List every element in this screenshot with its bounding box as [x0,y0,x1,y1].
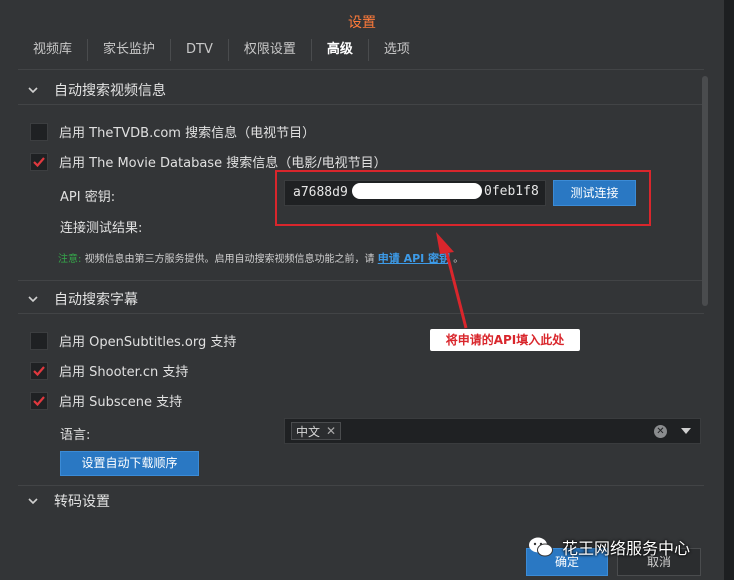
section-title: 转码设置 [54,494,110,510]
opensubtitles-option[interactable]: 启用 OpenSubtitles.org 支持 [30,331,236,350]
tab-privilege-settings[interactable]: 权限设置 [227,39,311,61]
api-key-label: API 密钥: [60,190,116,205]
tmdb-checkbox[interactable] [30,152,48,171]
chevron-down-icon [28,294,38,304]
tvdb-option[interactable]: 启用 TheTVDB.com 搜索信息（电视节目） [30,122,315,141]
tab-dtv[interactable]: DTV [170,39,228,61]
scrollbar[interactable] [702,76,708,306]
shooter-checkbox[interactable] [30,361,48,380]
section-header-transcode[interactable]: 转码设置 [28,491,110,511]
chevron-down-icon [28,496,38,506]
shooter-option[interactable]: 启用 Shooter.cn 支持 [30,361,188,380]
opensubtitles-checkbox[interactable] [30,331,48,350]
remove-chip-icon[interactable]: ✕ [326,424,336,438]
checkmark-icon [33,395,45,406]
notice-body: 视频信息由第三方服务提供。启用自动搜索视频信息功能之前，请 [84,254,375,265]
annotation-callout: 将申请的API填入此处 [430,329,580,351]
dialog-title: 设置 [348,15,376,31]
subscene-option[interactable]: 启用 Subscene 支持 [30,391,182,410]
download-order-button[interactable]: 设置自动下载顺序 [60,451,199,476]
subscene-label: 启用 Subscene 支持 [59,395,183,410]
language-label: 语言: [60,428,91,443]
opensubtitles-label: 启用 OpenSubtitles.org 支持 [59,335,237,350]
tab-bar: 视频库 家长监护 DTV 权限设置 高级 选项 [18,37,425,63]
section-divider [18,485,704,486]
notice-suffix: 。 [453,254,464,265]
language-chip-label: 中文 [296,424,321,439]
section-header-auto-video-info[interactable]: 自动搜索视频信息 [28,80,166,100]
section-divider [18,280,704,281]
section-header-auto-subtitle[interactable]: 自动搜索字幕 [28,289,138,309]
checkmark-icon [33,365,45,376]
tmdb-option[interactable]: 启用 The Movie Database 搜索信息（电影/电视节目） [30,152,387,171]
section-divider [18,313,704,314]
subscene-checkbox[interactable] [30,391,48,410]
tab-parental-control[interactable]: 家长监护 [87,39,170,61]
clear-icon[interactable]: ✕ [654,425,667,438]
watermark: 花王网络服务中心 [528,535,690,559]
section-title: 自动搜索视频信息 [54,83,166,99]
tab-advanced[interactable]: 高级 [310,39,368,61]
highlight-box [275,170,651,226]
tab-video-library[interactable]: 视频库 [18,39,87,61]
test-result-label: 连接测试结果: [60,221,143,236]
tvdb-checkbox[interactable] [30,122,48,141]
shooter-label: 启用 Shooter.cn 支持 [59,365,189,380]
tab-options[interactable]: 选项 [367,39,425,61]
tvdb-label: 启用 TheTVDB.com 搜索信息（电视节目） [59,126,316,141]
apply-api-key-link[interactable]: 申请 API 密钥 [378,252,450,265]
section-title: 自动搜索字幕 [54,292,138,308]
dropdown-arrow-icon[interactable] [681,428,691,434]
watermark-text: 花王网络服务中心 [562,539,691,558]
settings-dialog: 设置 视频库 家长监护 DTV 权限设置 高级 选项 自动搜索视频信息 启用 T… [0,0,724,580]
notice-text: 注意: 视频信息由第三方服务提供。启用自动搜索视频信息功能之前，请 申请 API… [58,250,463,266]
tab-divider [18,69,704,70]
language-chip: 中文 ✕ [291,422,342,440]
chevron-down-icon [28,85,38,95]
tmdb-label: 启用 The Movie Database 搜索信息（电影/电视节目） [59,156,387,171]
wechat-icon [529,537,553,557]
checkmark-icon [33,156,45,167]
section-divider [18,104,704,105]
background-strip [724,0,734,580]
notice-prefix: 注意: [58,254,82,265]
language-select[interactable]: 中文 ✕ ✕ [284,418,701,444]
